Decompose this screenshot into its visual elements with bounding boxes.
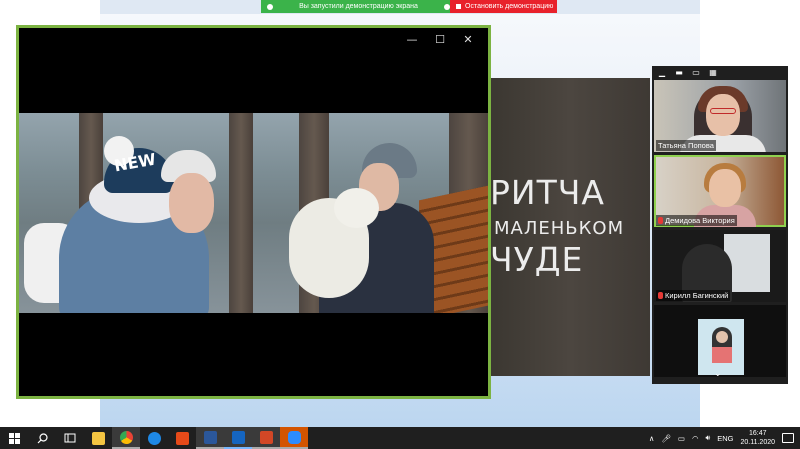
- avatar-face: [716, 331, 728, 343]
- windows-logo-icon: [8, 432, 20, 444]
- video-player-button[interactable]: [224, 427, 252, 449]
- participant-name: Кирилл Багинский: [665, 291, 729, 300]
- avatar-dress: [712, 347, 732, 363]
- participant-face: [709, 169, 741, 207]
- desktop: Вы запустили демонстрацию экрана Останов…: [0, 0, 800, 427]
- taskbar: ∧ 🎤︎ ▭ ◠ 🔊︎ ENG 16:47 20.11.2020: [0, 427, 800, 449]
- woman-face: [169, 173, 214, 233]
- folder-icon: [91, 431, 105, 445]
- start-button[interactable]: [0, 427, 28, 449]
- glasses: [710, 108, 736, 114]
- gallery-grid-icon[interactable]: ▦: [707, 68, 719, 78]
- system-tray: ∧ 🎤︎ ▭ ◠ 🔊︎ ENG 16:47 20.11.2020: [649, 429, 800, 447]
- file-explorer-button[interactable]: [84, 427, 112, 449]
- powerpoint-button[interactable]: [252, 427, 280, 449]
- speaker-view-icon[interactable]: ▬: [673, 68, 685, 78]
- stop-share-button[interactable]: Остановить демонстрацию: [450, 0, 557, 13]
- participant-name: Татьяна Попова: [658, 141, 714, 150]
- participant-name: Демидова Виктория: [665, 216, 735, 225]
- slide-title-line-3: ЧУДЕ: [490, 240, 584, 279]
- minimize-button[interactable]: —: [398, 32, 426, 48]
- participants-panel: ▁ ▬ ▭ ▦ Татьяна Попова Демидова Виктория: [652, 66, 788, 384]
- video-player-icon: [231, 430, 245, 444]
- participant-tile-active-speaker[interactable]: Демидова Виктория: [654, 155, 786, 227]
- participant-name-label: Демидова Виктория: [656, 215, 737, 226]
- teddy-bear-head: [334, 188, 379, 228]
- presentation-slide: РИТЧА МАЛЕНЬКОМ ЧУДЕ: [490, 78, 650, 376]
- chevron-up-icon[interactable]: ∧: [649, 434, 655, 443]
- share-status-pill[interactable]: Вы запустили демонстрацию экрана: [261, 0, 450, 13]
- participant-name-label: Кирилл Багинский: [656, 290, 731, 301]
- share-status-text: Вы запустили демонстрацию экрана: [299, 3, 418, 10]
- slide-title-line-1: РИТЧА: [490, 173, 605, 212]
- share-indicator-icon: [267, 3, 273, 10]
- scroll-down-icon[interactable]: ⌄: [714, 369, 722, 379]
- network-icon[interactable]: ◠: [692, 434, 699, 443]
- participant-tile[interactable]: [654, 305, 786, 377]
- video-player-window[interactable]: — ☐ ✕ NEW: [16, 25, 491, 399]
- maximize-button[interactable]: ☐: [426, 32, 454, 48]
- word-button[interactable]: [196, 427, 224, 449]
- task-view-button[interactable]: [56, 427, 84, 449]
- mic-muted-icon: [658, 292, 663, 299]
- search-icon: [37, 432, 48, 443]
- zoom-icon: [287, 430, 301, 444]
- stop-icon: [456, 4, 461, 9]
- battery-icon[interactable]: ▭: [678, 434, 685, 443]
- participant-face: [706, 94, 740, 136]
- video-frame[interactable]: NEW: [19, 113, 488, 313]
- edge-icon: [147, 431, 161, 445]
- panel-toolbar: ▁ ▬ ▭ ▦: [652, 66, 788, 80]
- participant-tile[interactable]: Татьяна Попова: [654, 80, 786, 152]
- clock-date: 20.11.2020: [740, 439, 775, 446]
- chrome-button[interactable]: [112, 427, 140, 449]
- window-controls: — ☐ ✕: [398, 32, 482, 48]
- minimize-icon[interactable]: ▁: [656, 68, 668, 78]
- participant-tile[interactable]: Кирилл Багинский: [654, 230, 786, 302]
- office-icon: [175, 431, 189, 445]
- language-indicator[interactable]: ENG: [717, 434, 733, 443]
- gallery-strip-icon[interactable]: ▭: [690, 68, 702, 78]
- volume-icon[interactable]: 🔊︎: [705, 433, 710, 443]
- close-button[interactable]: ✕: [454, 32, 482, 48]
- word-icon: [203, 430, 217, 444]
- notifications-icon[interactable]: [782, 433, 794, 443]
- chrome-icon: [119, 430, 133, 444]
- screen-share-bar: Вы запустили демонстрацию экрана Останов…: [261, 0, 557, 13]
- clock[interactable]: 16:47 20.11.2020: [740, 429, 775, 447]
- edge-button[interactable]: [140, 427, 168, 449]
- tree-trunk: [229, 113, 253, 313]
- task-view-icon: [64, 433, 76, 443]
- clock-time: 16:47: [748, 430, 767, 437]
- microphone-icon[interactable]: 🎤︎: [661, 434, 671, 443]
- zoom-button[interactable]: [280, 427, 308, 449]
- stop-share-label: Остановить демонстрацию: [465, 3, 554, 10]
- search-button[interactable]: [28, 427, 56, 449]
- slide-title-line-2: МАЛЕНЬКОМ: [494, 218, 625, 239]
- office-button[interactable]: [168, 427, 196, 449]
- participant-name-label: Татьяна Попова: [656, 140, 716, 151]
- mic-muted-icon: [658, 217, 663, 224]
- powerpoint-icon: [259, 430, 273, 444]
